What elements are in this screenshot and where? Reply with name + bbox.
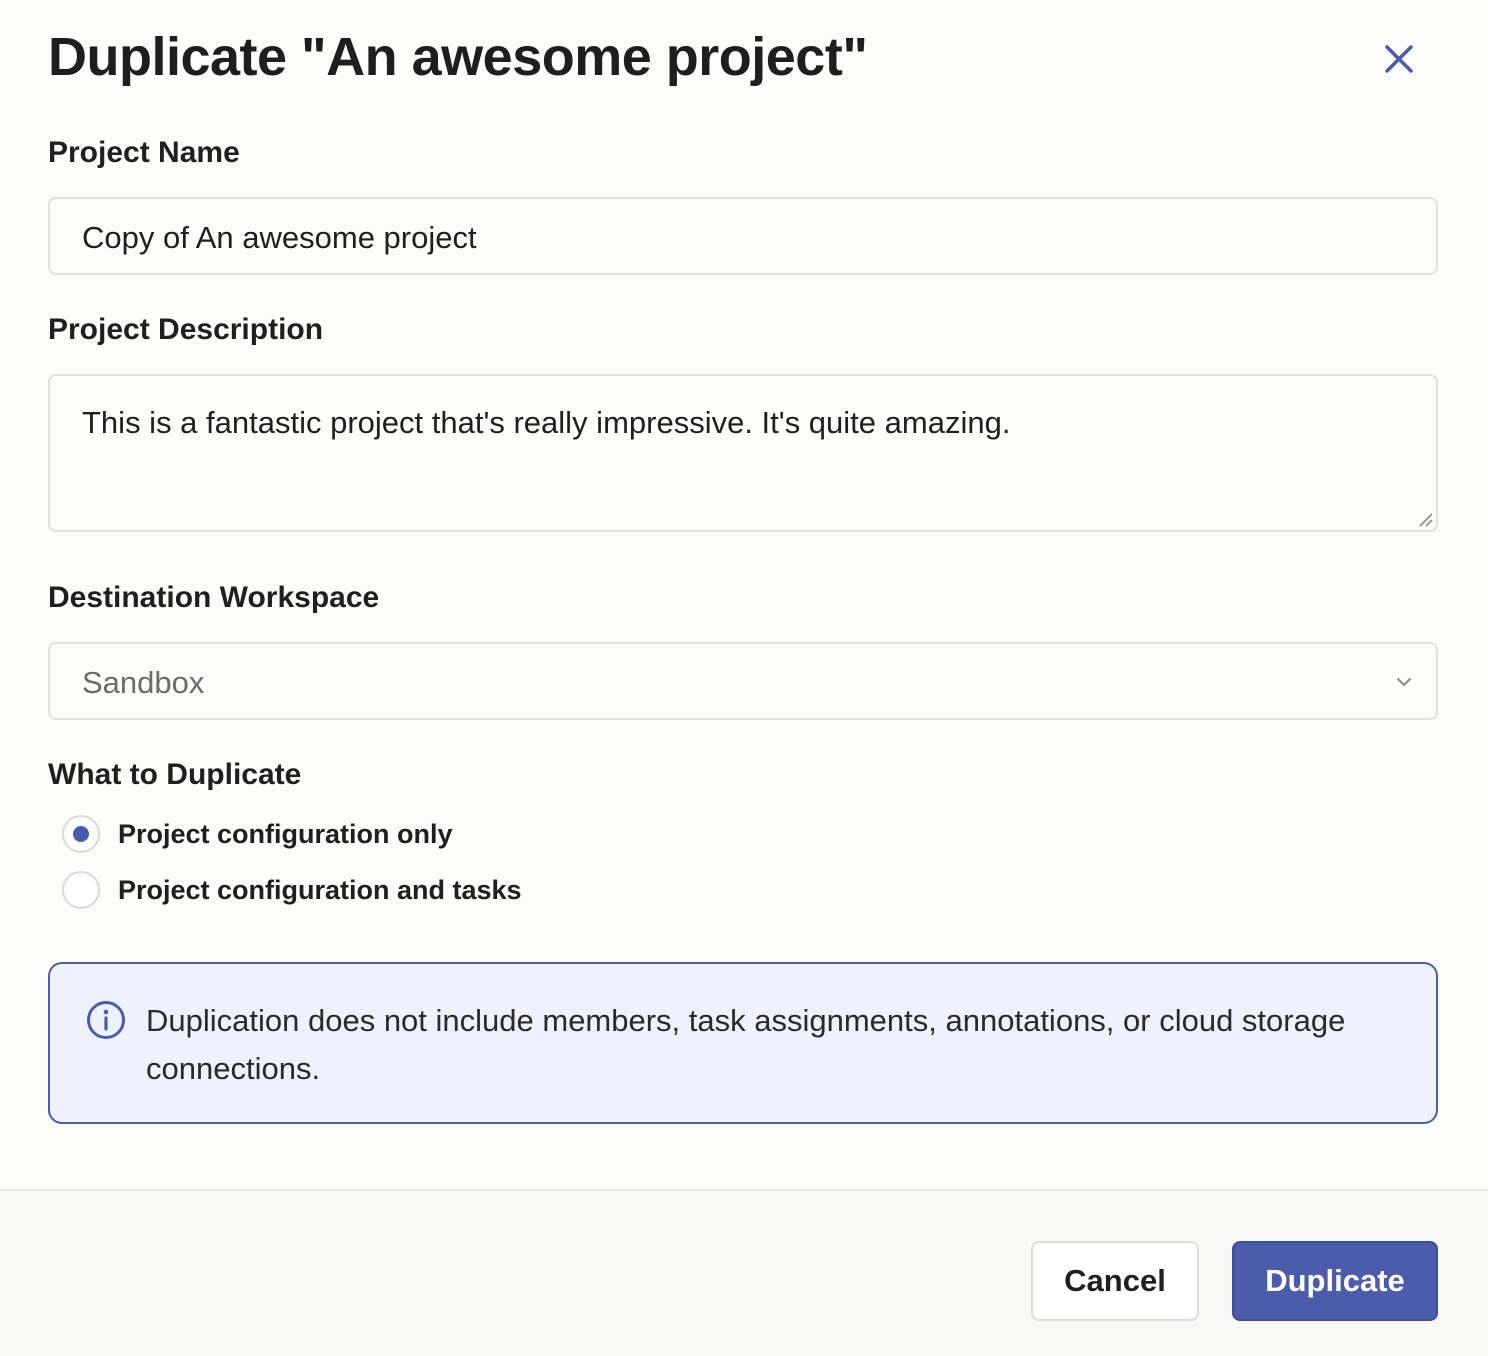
radio-button-unchecked[interactable] — [62, 871, 100, 909]
what-to-duplicate-label: What to Duplicate — [48, 758, 302, 791]
info-icon — [87, 1001, 125, 1039]
project-name-input[interactable]: Copy of An awesome project — [48, 197, 1438, 275]
project-description-textarea[interactable]: This is a fantastic project that's reall… — [48, 374, 1438, 532]
project-name-value: Copy of An awesome project — [82, 220, 477, 255]
close-icon — [1385, 45, 1413, 73]
radio-option-configuration-only[interactable]: Project configuration only — [62, 814, 453, 854]
project-name-label: Project Name — [48, 136, 240, 169]
project-description-label: Project Description — [48, 313, 324, 346]
radio-button-checked[interactable] — [62, 815, 100, 853]
close-button[interactable] — [1376, 36, 1422, 82]
info-text: Duplication does not include members, ta… — [146, 1003, 1346, 1086]
chevron-down-icon — [1397, 678, 1411, 686]
dialog-footer: Cancel Duplicate — [0, 1189, 1488, 1356]
radio-option-configuration-and-tasks[interactable]: Project configuration and tasks — [62, 870, 522, 910]
destination-workspace-label: Destination Workspace — [48, 581, 380, 614]
duplicate-button[interactable]: Duplicate — [1232, 1241, 1438, 1321]
destination-workspace-value: Sandbox — [82, 665, 205, 700]
radio-label: Project configuration and tasks — [118, 874, 522, 905]
info-callout: Duplication does not include members, ta… — [48, 962, 1438, 1124]
duplicate-project-dialog: Duplicate "An awesome project" Project N… — [0, 0, 1488, 1356]
destination-workspace-select[interactable]: Sandbox — [48, 642, 1438, 720]
radio-label: Project configuration only — [118, 818, 453, 849]
project-description-value: This is a fantastic project that's reall… — [82, 405, 1011, 440]
cancel-button[interactable]: Cancel — [1031, 1241, 1199, 1321]
resize-handle-icon[interactable] — [1416, 510, 1434, 528]
dialog-title: Duplicate "An awesome project" — [48, 27, 868, 87]
